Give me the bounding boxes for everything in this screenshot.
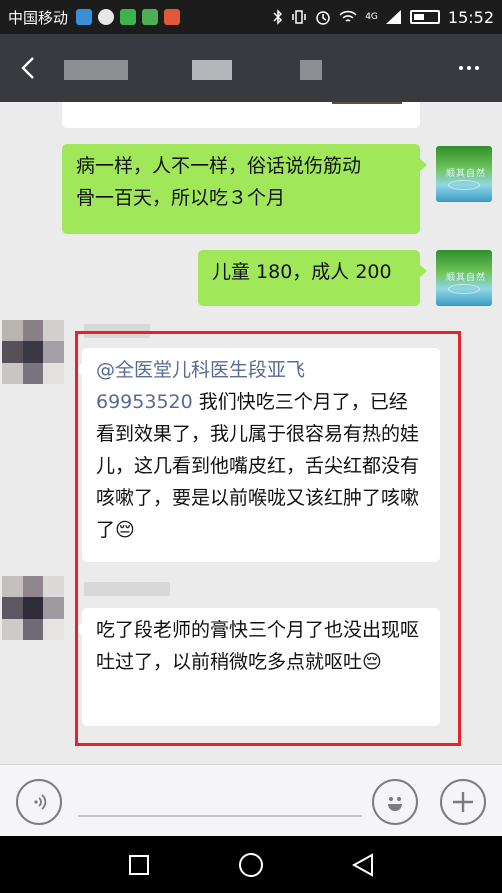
outgoing-message-bubble[interactable]: 病一样，人不一样，俗话说伤筋动 骨一百天，所以吃３个月 [62, 144, 427, 234]
bluetooth-icon [273, 9, 283, 25]
chat-title-obscured [64, 60, 128, 80]
alarm-icon [316, 11, 330, 25]
system-navigation-bar [0, 836, 502, 893]
notification-icons [76, 9, 181, 25]
notification-app-icon-3 [120, 9, 137, 25]
previous-message-bubble[interactable] [62, 102, 420, 128]
sender-avatar[interactable] [2, 576, 64, 640]
chat-message-list[interactable]: 病一样，人不一样，俗话说伤筋动 骨一百天，所以吃３个月 顺其自然 儿童 180，… [0, 102, 502, 764]
vibrate-icon [292, 10, 306, 24]
sender-avatar[interactable] [2, 320, 64, 384]
plus-icon[interactable] [440, 779, 486, 825]
notification-app-icon-4 [142, 9, 159, 25]
self-avatar[interactable]: 顺其自然 [436, 146, 492, 202]
carrier-name: 中国移动 [8, 8, 69, 27]
status-icons: 4G 15:52 [273, 8, 494, 27]
chat-title-obscured [192, 60, 232, 80]
self-avatar[interactable]: 顺其自然 [436, 250, 492, 306]
chat-title-obscured [300, 60, 322, 80]
notification-app-icon-5 [164, 9, 181, 25]
recent-apps-icon[interactable] [124, 850, 154, 880]
voice-icon[interactable] [16, 779, 62, 825]
sender-name-obscured [84, 582, 170, 596]
back-triangle-icon[interactable] [348, 850, 378, 880]
message-text-input[interactable] [78, 815, 362, 817]
battery-icon [409, 10, 440, 24]
avatar-logo-text: 顺其自然 [446, 273, 487, 283]
pensive-emoji: 😔 [362, 651, 382, 673]
status-bar: 中国移动 4G 15:52 [0, 0, 502, 34]
network-type: 4G [365, 12, 378, 22]
pensive-emoji: 😔 [115, 519, 135, 541]
avatar-logo-text: 顺其自然 [446, 169, 487, 179]
wifi-icon [339, 10, 357, 22]
message-input-bar [0, 764, 502, 836]
incoming-message-bubble[interactable]: @全医堂儿科医生段亚飞 69953520 我们快吃三个月了，已经看到效果了，我儿… [75, 348, 440, 562]
emoji-smile-icon[interactable] [372, 779, 418, 825]
image-thumbnail[interactable] [332, 102, 402, 104]
more-dots-icon[interactable] [452, 54, 486, 82]
outgoing-message-bubble[interactable]: 儿童 180，成人 200 [198, 250, 427, 306]
notification-app-icon-2 [98, 9, 115, 25]
chevron-left-icon[interactable] [12, 50, 44, 86]
notification-app-icon-1 [76, 9, 93, 25]
signal-icon [385, 10, 401, 24]
message-text: 我们快吃三个月了，已经看到效果了，我儿属于很容易有热的娃儿，这几看到他嘴皮红，舌… [96, 391, 420, 541]
clock: 15:52 [447, 7, 494, 27]
home-icon[interactable] [236, 850, 266, 880]
sender-name-obscured [84, 324, 150, 338]
incoming-message-bubble[interactable]: 吃了段老师的膏快三个月了也没出现呕吐过了，以前稍微吃多点就呕吐😔 [75, 608, 440, 726]
chat-title-bar [0, 34, 502, 102]
